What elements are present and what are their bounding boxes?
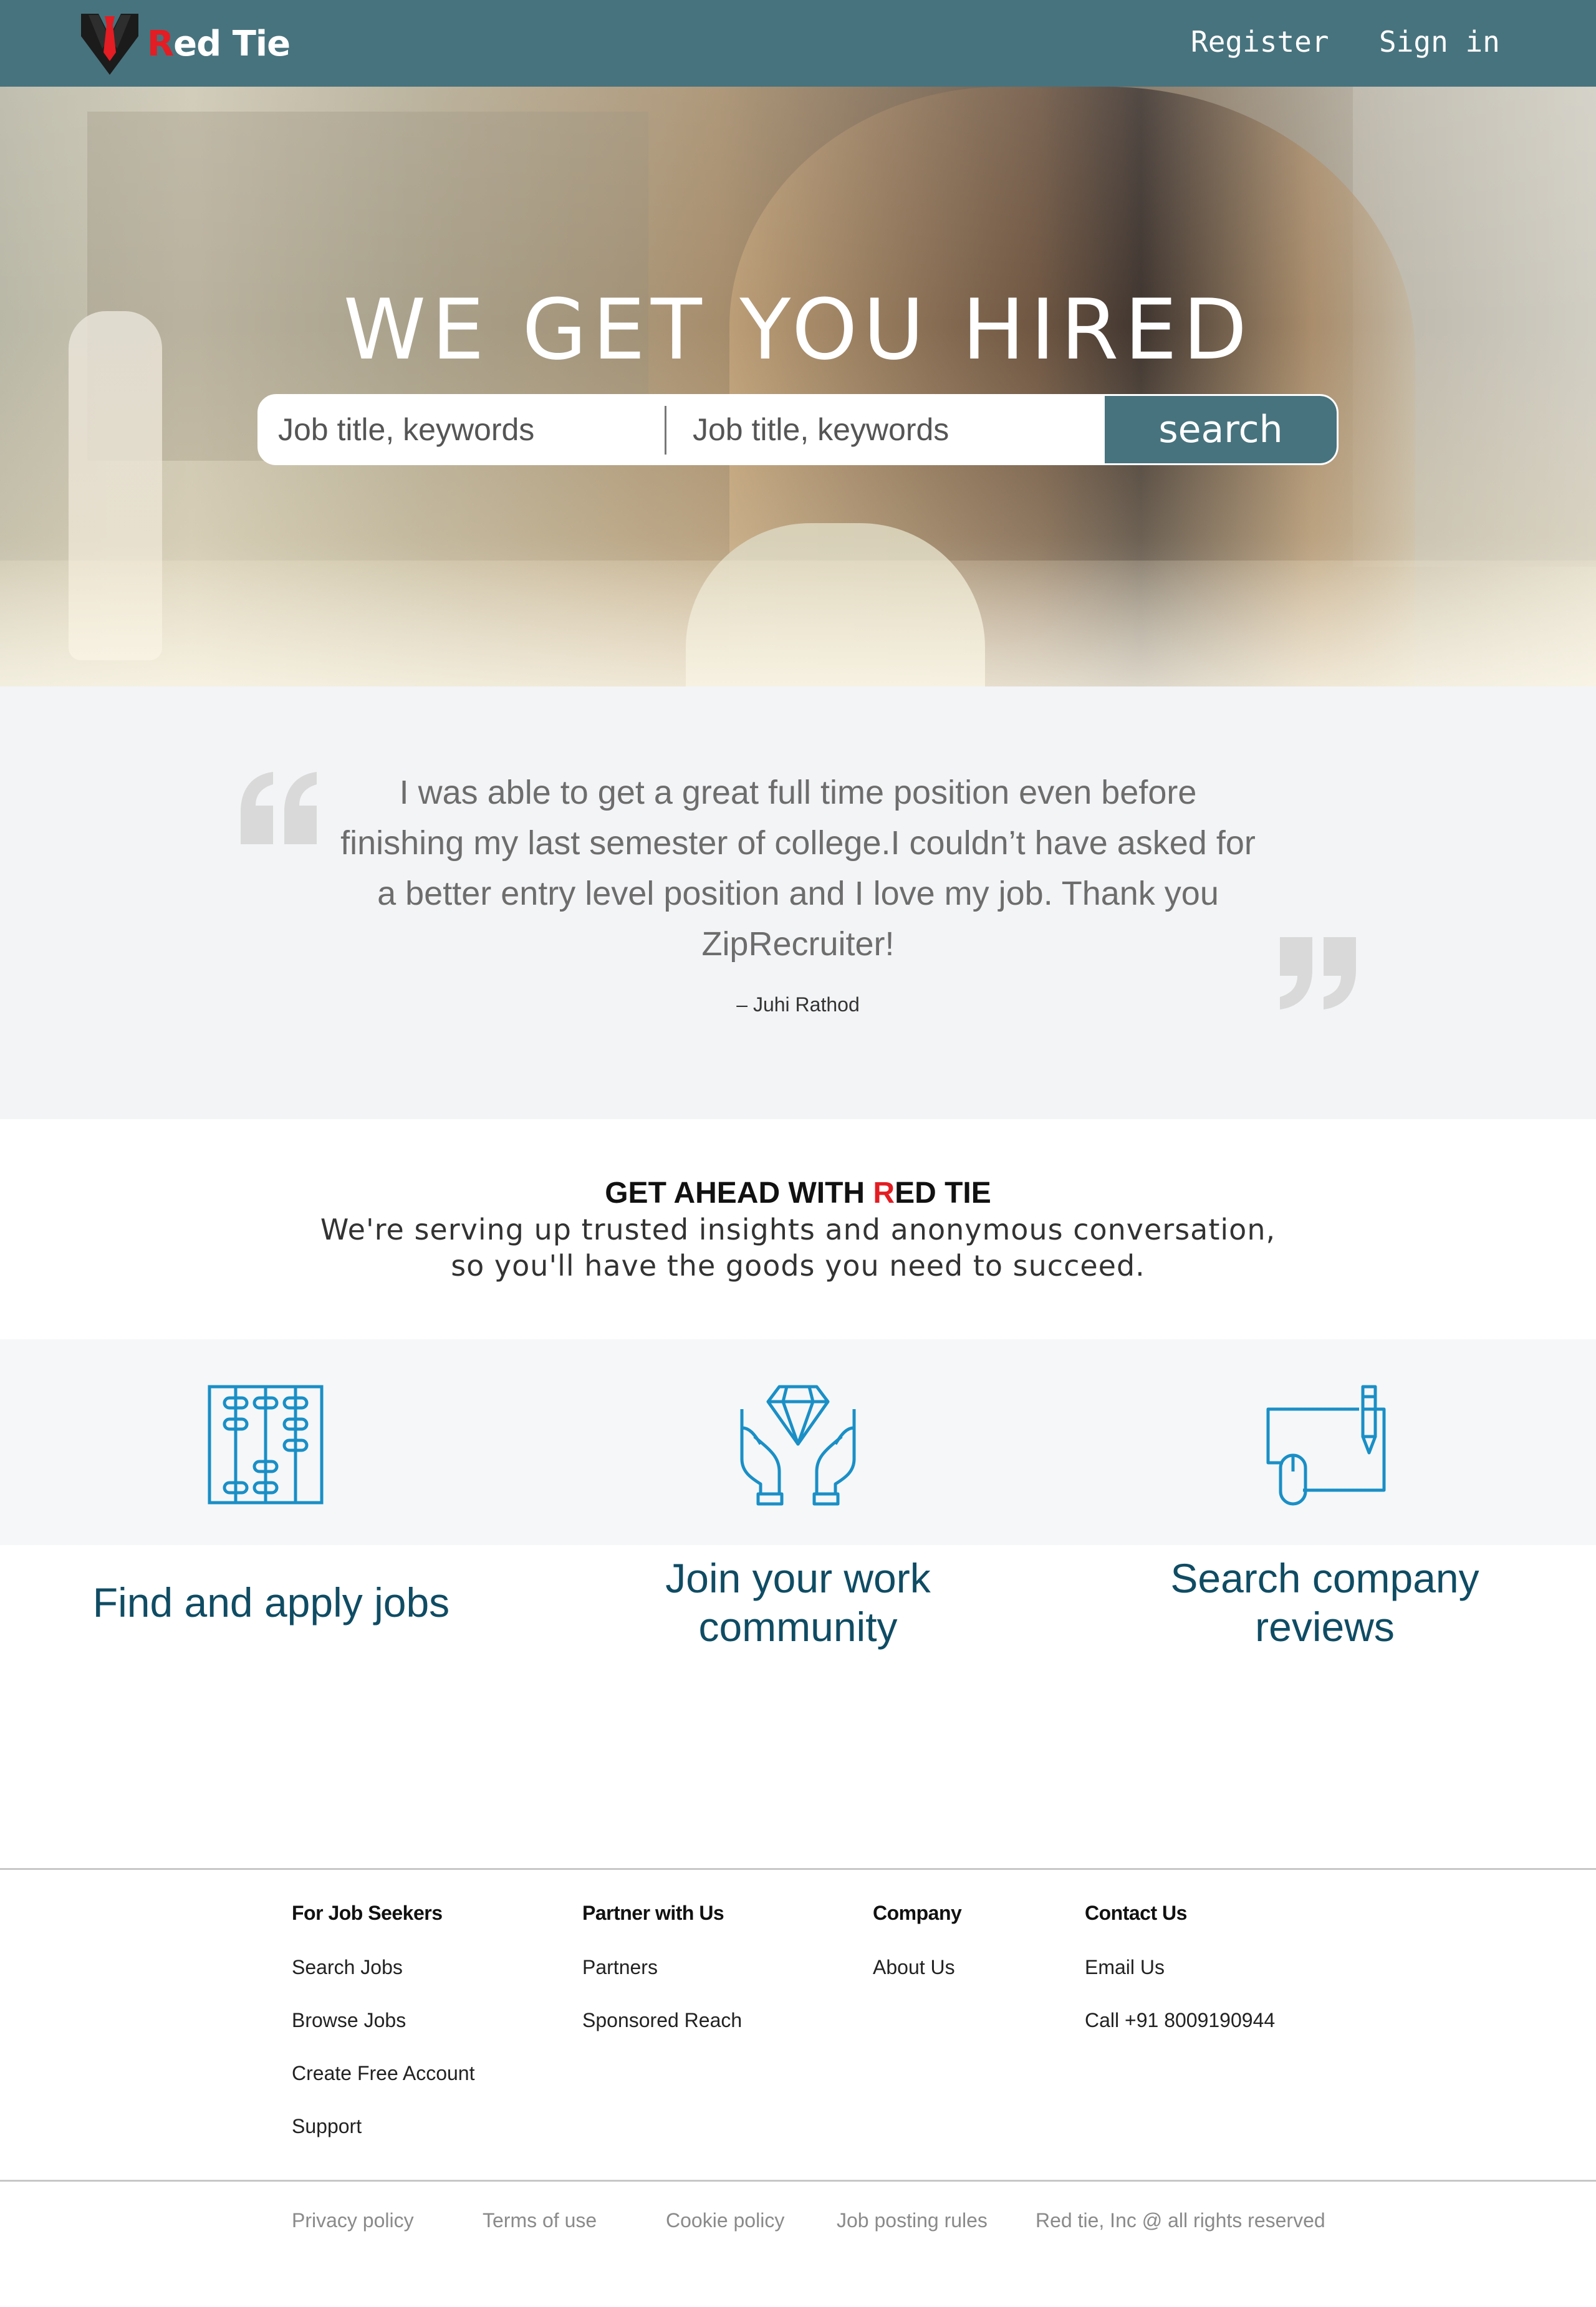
testimonial-section: I was able to get a great full time posi… [0, 686, 1596, 1119]
footer-column-company: Company About Us [873, 1902, 962, 2009]
feature-company-reviews[interactable]: Search company reviews [1132, 1554, 1518, 1651]
copyright-notice: Red tie, Inc @ all rights reserved [1036, 2209, 1325, 2232]
cookie-policy-link[interactable]: Cookie policy [666, 2209, 784, 2232]
footer-divider-top [0, 1868, 1596, 1870]
footer-heading-company: Company [873, 1902, 962, 1924]
footer-link-create-account[interactable]: Create Free Account [292, 2062, 474, 2115]
brand-logo[interactable]: Red Tie [80, 11, 298, 76]
top-navbar: Red Tie Register Sign in [0, 0, 1596, 87]
job-posting-rules-link[interactable]: Job posting rules [837, 2209, 988, 2232]
search-button[interactable]: search [1105, 396, 1337, 463]
footer-heading-contact: Contact Us [1085, 1902, 1187, 1924]
footer-link-search-jobs[interactable]: Search Jobs [292, 1956, 474, 2009]
footer-link-sponsored-reach[interactable]: Sponsored Reach [582, 2009, 742, 2062]
footer-link-call[interactable]: Call +91 8009190944 [1085, 2009, 1275, 2062]
testimonial-author: – Juhi Rathod [736, 993, 860, 1016]
search-divider [665, 406, 666, 455]
abacus-icon [208, 1385, 324, 1505]
footer-column-contact: Contact Us Email Us Call +91 8009190944 [1085, 1902, 1275, 2062]
hero-overlay [0, 87, 1596, 686]
section-title: GET AHEAD WITH RED TIE [605, 1177, 991, 1210]
keyword-search-input[interactable] [259, 396, 665, 463]
footer-link-about-us[interactable]: About Us [873, 1956, 961, 2009]
brand-name: Red Tie [147, 24, 291, 64]
terms-of-use-link[interactable]: Terms of use [483, 2209, 597, 2232]
footer-column-job-seekers: For Job Seekers Search Jobs Browse Jobs … [292, 1902, 474, 2168]
feature-find-jobs[interactable]: Find and apply jobs [75, 1578, 468, 1627]
tuxedo-tie-icon [81, 14, 138, 75]
open-quote-icon [241, 772, 317, 844]
footer-divider-bottom [0, 2180, 1596, 2182]
drawing-board-icon [1266, 1385, 1386, 1506]
footer-link-email-us[interactable]: Email Us [1085, 1956, 1275, 2009]
hero-title: WE GET YOU HIRED [343, 281, 1253, 378]
sign-in-link[interactable]: Sign in [1379, 25, 1500, 59]
testimonial-quote: I was able to get a great full time posi… [340, 774, 1256, 963]
privacy-policy-link[interactable]: Privacy policy [292, 2209, 414, 2232]
footer-heading-partner: Partner with Us [582, 1902, 724, 1924]
job-search-bar: search [257, 394, 1339, 465]
footer-link-partners[interactable]: Partners [582, 1956, 742, 2009]
footer-link-support[interactable]: Support [292, 2115, 474, 2168]
footer-heading-job-seekers: For Job Seekers [292, 1902, 443, 1924]
register-link[interactable]: Register [1191, 25, 1329, 59]
feature-join-community[interactable]: Join your work community [611, 1554, 985, 1651]
hero-banner: WE GET YOU HIRED search [0, 87, 1596, 686]
section-subtitle: We're serving up trusted insights and an… [320, 1213, 1276, 1283]
footer-link-browse-jobs[interactable]: Browse Jobs [292, 2009, 474, 2062]
diamond-hands-icon [740, 1385, 856, 1506]
secondary-search-input[interactable] [674, 396, 1104, 463]
footer-column-partner: Partner with Us Partners Sponsored Reach [582, 1902, 742, 2062]
